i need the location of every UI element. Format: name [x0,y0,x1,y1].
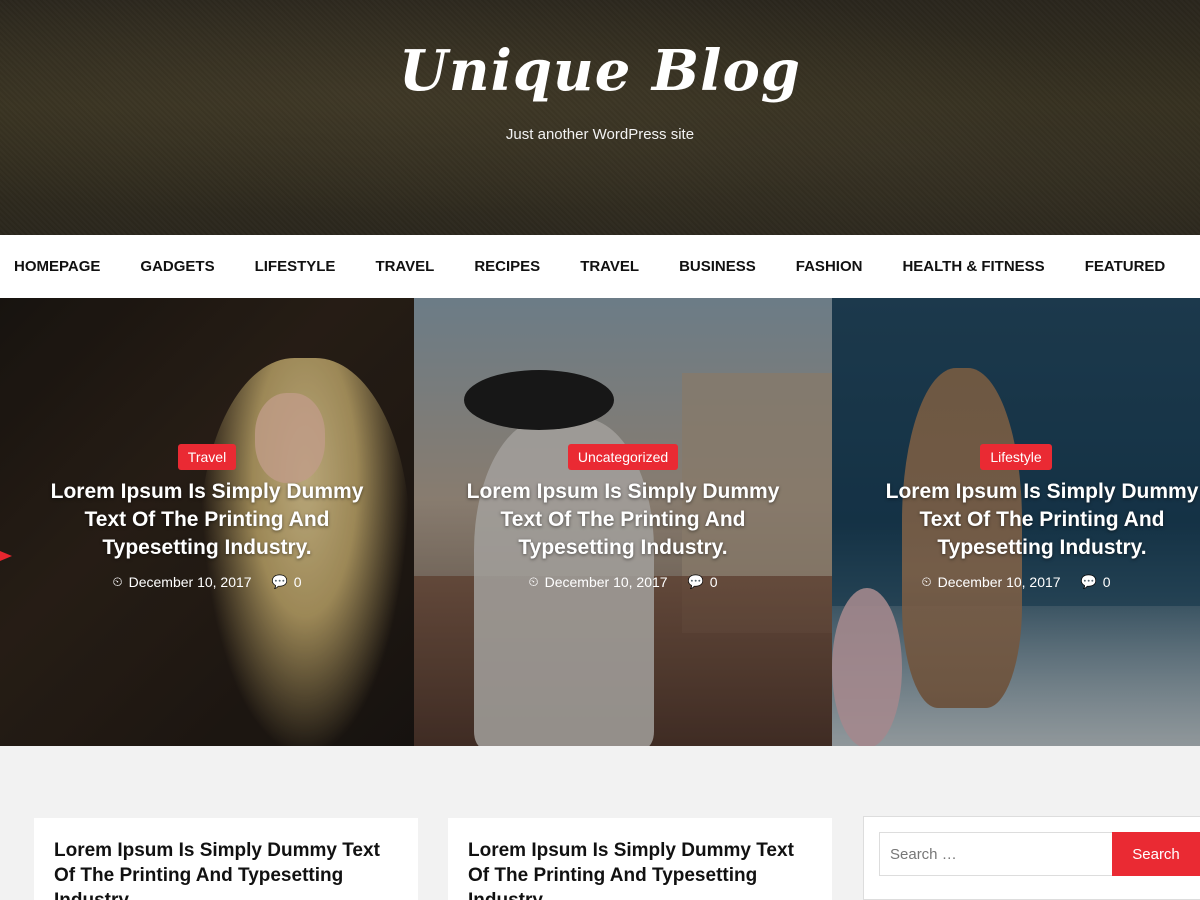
nav-item-business[interactable]: BUSINESS [679,258,756,275]
site-tagline: Just another WordPress site [505,126,695,143]
comments-icon: 💬 [271,574,288,589]
slide[interactable]: Lifestyle Lorem Ipsum Is Simply Dummy Te… [832,298,1200,746]
post-date[interactable]: December 10, 2017 [545,574,668,590]
slide-title[interactable]: Lorem Ipsum Is Simply Dummy Text Of The … [872,478,1200,562]
comment-count[interactable]: 0 [1103,574,1111,590]
search-button[interactable]: Search [1112,832,1200,876]
search-input[interactable] [879,832,1113,876]
comments-icon: 💬 [687,574,704,589]
comment-count[interactable]: 0 [710,574,718,590]
post-date[interactable]: December 10, 2017 [938,574,1061,590]
clock-icon: ⏲ [112,574,123,589]
nav-item-gadgets[interactable]: GADGETS [140,258,214,275]
main-nav: HOMEPAGE GADGETS LIFESTYLE TRAVEL RECIPE… [0,235,1200,298]
slide-content: Travel Lorem Ipsum Is Simply Dummy Text … [0,444,414,590]
site-header: Unique Blog Just another WordPress site [0,0,1200,235]
nav-item-fashion[interactable]: FASHION [796,258,863,275]
slide-content: Uncategorized Lorem Ipsum Is Simply Dumm… [414,444,832,590]
search-form: Search [879,832,1200,876]
slide-content: Lifestyle Lorem Ipsum Is Simply Dummy Te… [832,444,1200,590]
post-title[interactable]: Lorem Ipsum Is Simply Dummy Text Of The … [468,838,812,900]
nav-item-travel[interactable]: TRAVEL [375,258,434,275]
nav-item-lifestyle[interactable]: LIFESTYLE [255,258,336,275]
nav-item-homepage[interactable]: HOMEPAGE [14,258,100,275]
category-badge[interactable]: Travel [177,444,237,470]
search-widget: Search [863,816,1200,900]
category-badge[interactable]: Lifestyle [980,444,1052,470]
post-card: Lorem Ipsum Is Simply Dummy Text Of The … [448,818,832,900]
slide[interactable]: Uncategorized Lorem Ipsum Is Simply Dumm… [414,298,832,746]
featured-slider: Travel Lorem Ipsum Is Simply Dummy Text … [0,298,1200,746]
slide[interactable]: Travel Lorem Ipsum Is Simply Dummy Text … [0,298,414,746]
nav-item-travel-2[interactable]: TRAVEL [580,258,639,275]
post-card: Lorem Ipsum Is Simply Dummy Text Of The … [34,818,418,900]
post-title[interactable]: Lorem Ipsum Is Simply Dummy Text Of The … [54,838,398,900]
category-badge[interactable]: Uncategorized [567,444,679,470]
site-title[interactable]: Unique Blog [0,38,1200,104]
comment-count[interactable]: 0 [294,574,302,590]
slide-meta: ⏲ December 10, 2017 💬 0 [414,574,832,590]
post-date[interactable]: December 10, 2017 [129,574,252,590]
nav-item-health-fitness[interactable]: HEALTH & FITNESS [902,258,1044,275]
clock-icon: ⏲ [528,574,539,589]
clock-icon: ⏲ [921,574,932,589]
nav-item-featured[interactable]: FEATURED [1085,258,1166,275]
slide-meta: ⏲ December 10, 2017 💬 0 [832,574,1200,590]
slide-title[interactable]: Lorem Ipsum Is Simply Dummy Text Of The … [443,478,803,562]
slide-title[interactable]: Lorem Ipsum Is Simply Dummy Text Of The … [27,478,387,562]
slide-meta: ⏲ December 10, 2017 💬 0 [0,574,414,590]
comments-icon: 💬 [1080,574,1097,589]
nav-item-recipes[interactable]: RECIPES [474,258,540,275]
